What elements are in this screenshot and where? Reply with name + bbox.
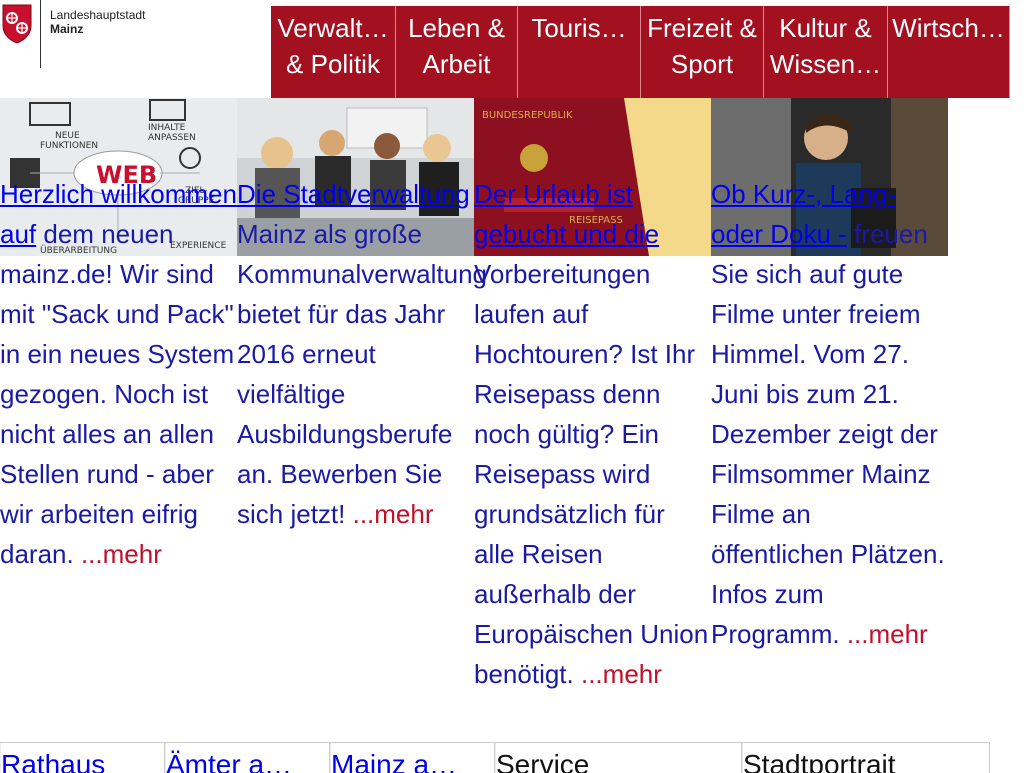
teaser-headline: Der Urlaub ist gebucht und die [474,179,660,249]
logo-line-2: Mainz [50,22,84,36]
category-rathaus[interactable]: Rathaus [0,743,165,773]
category-service: Service [495,743,742,773]
nav-item-verwaltung[interactable]: Verwalt… & Politik [271,6,396,98]
nav-item-wirtschaft[interactable]: Wirtsch… [888,6,1010,98]
nav-label-line2: Wissen… [769,49,882,79]
teaser-headline-link[interactable]: Die Stadtverwaltung [237,179,470,209]
nav-item-tourismus[interactable]: Touris… [518,6,641,98]
more-link[interactable]: ...mehr [81,539,162,569]
more-link[interactable]: ...mehr [581,659,662,689]
category-aemter[interactable]: Ämter a… [165,743,330,773]
teaser-body: Mainz als große Kommunalverwaltung biete… [237,219,488,529]
teaser-body: freuen Sie sich auf gute Filme unter fre… [711,219,945,649]
svg-text:INHALTE: INHALTE [148,123,186,133]
nav-label-line1: Touris… [531,13,627,43]
logo-line-1: Landeshauptstadt [50,8,146,22]
bottom-category-row: Rathaus Ämter a… Mainz a… Service Stadtp… [0,742,990,773]
more-link[interactable]: ...mehr [847,619,928,649]
logo-text: Landeshauptstadt Mainz [50,8,145,36]
logo-divider [40,0,41,68]
svg-text:BUNDESREPUBLIK: BUNDESREPUBLIK [482,110,573,121]
teaser-body: dem neuen mainz.de! Wir sind mit "Sack u… [0,219,235,569]
nav-label-line1: Freizeit & [647,13,757,43]
nav-label-line2: Sport [670,49,734,79]
svg-text:NEUE: NEUE [55,131,80,141]
main-navigation: Verwalt… & Politik Leben & Arbeit Touris… [271,6,1010,98]
teaser-text: Der Urlaub ist gebucht und die Vorbereit… [474,174,711,694]
svg-text:ANPASSEN: ANPASSEN [148,133,196,143]
nav-item-freizeit-sport[interactable]: Freizeit & Sport [641,6,764,98]
nav-label-line1: Leben & [408,13,505,43]
nav-label-line1: Wirtsch… [892,13,1005,43]
category-mainz[interactable]: Mainz a… [330,743,495,773]
mainz-crest-icon [2,4,32,44]
teaser-text: Ob Kurz-, Lang- oder Doku - freuen Sie s… [711,174,948,654]
nav-label-line1: Kultur & [779,13,872,43]
teaser-item: Ob Kurz-, Lang- oder Doku - freuen Sie s… [711,98,948,649]
nav-item-leben-arbeit[interactable]: Leben & Arbeit [396,6,518,98]
nav-item-kultur-wissenschaft[interactable]: Kultur & Wissen… [764,6,888,98]
teaser-headline-link[interactable]: Der Urlaub ist gebucht und die [474,179,659,249]
more-link[interactable]: ...mehr [353,499,434,529]
teaser-item: BUNDESREPUBLIK REISEPASS Der Urlaub ist … [474,98,711,689]
teaser-item: Die Stadtverwaltung Mainz als große Komm… [237,98,487,529]
teaser-item: NEUE FUNKTIONEN INHALTE ANPASSEN WEB ZIE… [0,98,237,569]
teaser-text: Die Stadtverwaltung Mainz als große Komm… [237,174,487,534]
site-logo[interactable]: Landeshauptstadt Mainz [0,0,270,95]
teaser-body: Vorbereitungen laufen auf Hochtouren? Is… [474,259,709,689]
teaser-text: Herzlich willkommen auf dem neuen mainz.… [0,174,237,574]
teaser-row: NEUE FUNKTIONEN INHALTE ANPASSEN WEB ZIE… [0,98,948,689]
nav-label-line2: & Politik [286,49,380,79]
nav-label-line1: Verwalt… [277,13,389,43]
category-stadtportrait: Stadtportrait [742,743,990,773]
teaser-headline: Die Stadtverwaltung [237,179,470,209]
nav-label-line2: Arbeit [422,49,491,79]
svg-text:FUNKTIONEN: FUNKTIONEN [40,141,98,151]
